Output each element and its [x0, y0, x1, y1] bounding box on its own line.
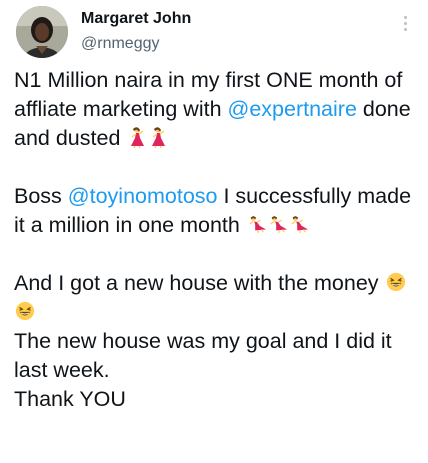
- avatar-image: [16, 6, 68, 58]
- grinning-squinting-face-icon: [386, 271, 406, 293]
- tweet-paragraph-2: Boss @toyinomotoso I successfully made i…: [14, 182, 422, 240]
- grinning-squinting-face-icon: [15, 300, 35, 322]
- mention-link-expertnaire[interactable]: @expertnaire: [228, 97, 357, 121]
- display-name[interactable]: Margaret John: [81, 10, 191, 28]
- woman-dancing-icon: [247, 213, 267, 235]
- tweet-text-segment: And I got a new house with the money: [14, 271, 385, 295]
- more-options-button[interactable]: [396, 12, 414, 34]
- avatar[interactable]: [16, 6, 68, 58]
- more-vertical-icon: [403, 15, 407, 19]
- tweet-text: N1 Million naira in my first ONE month o…: [14, 66, 422, 414]
- user-handle[interactable]: @rnmeggy: [81, 35, 160, 53]
- woman-dancing-icon: [289, 213, 309, 235]
- tweet-paragraph-1: N1 Million naira in my first ONE month o…: [14, 66, 422, 153]
- woman-dancing-icon: [268, 213, 288, 235]
- more-vertical-icon-dot: [403, 21, 407, 25]
- woman-dancing-icon: [127, 126, 147, 148]
- tweet-paragraph-5: Thank YOU: [14, 387, 126, 411]
- mention-link-toyinomotoso[interactable]: @toyinomotoso: [68, 184, 218, 208]
- tweet-card: Margaret John @rnmeggy N1 Million naira …: [0, 0, 428, 463]
- tweet-paragraph-4: The new house was my goal and I did it l…: [14, 329, 392, 382]
- tweet-text-segment: Boss: [14, 184, 68, 208]
- tweet-paragraph-3: And I got a new house with the money: [14, 269, 422, 327]
- more-vertical-icon-dot: [403, 27, 407, 31]
- woman-dancing-icon: [148, 126, 168, 148]
